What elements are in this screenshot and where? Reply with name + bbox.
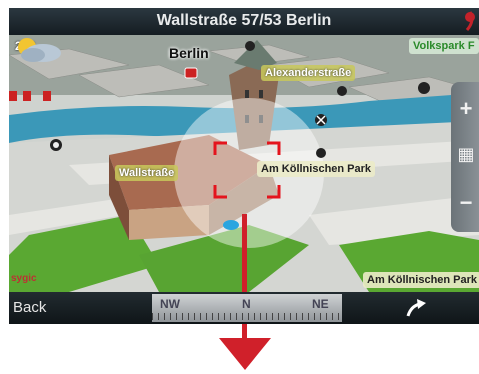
- address-title: Wallstraße 57/53 Berlin: [156, 12, 332, 29]
- partly-cloudy-icon: [18, 38, 61, 62]
- street-label-am-koellnischen-park-2: Am Köllnischen Park: [363, 272, 479, 288]
- bottom-bar: Back NW N NE: [9, 292, 479, 324]
- compass-strip: NW N NE: [152, 294, 342, 322]
- street-label-am-koellnischen-park: Am Köllnischen Park: [257, 161, 376, 177]
- top-bar: Wallstraße 57/53 Berlin: [9, 8, 479, 35]
- compass-n-label: N: [242, 297, 251, 311]
- turn-right-icon[interactable]: [405, 298, 427, 318]
- zoom-in-button[interactable]: +: [451, 96, 479, 122]
- zoom-control-panel: + ▦ −: [451, 82, 479, 232]
- zoom-out-button[interactable]: −: [451, 190, 479, 216]
- street-label-alexanderstrasse: Alexanderstraße: [261, 65, 356, 81]
- street-label-wallstrasse: Wallstraße: [115, 165, 179, 181]
- sygic-watermark: sygic: [11, 273, 37, 284]
- grid-icon[interactable]: ▦: [451, 144, 479, 165]
- compass-nw-label: NW: [160, 297, 180, 311]
- compass-ne-label: NE: [312, 297, 329, 311]
- sygic-logo-icon: [465, 11, 475, 31]
- city-label: Berlin: [169, 45, 209, 61]
- compass-ticks: [152, 313, 342, 320]
- park-label-volkspark: Volkspark F: [409, 38, 479, 54]
- back-button[interactable]: Back: [13, 299, 46, 316]
